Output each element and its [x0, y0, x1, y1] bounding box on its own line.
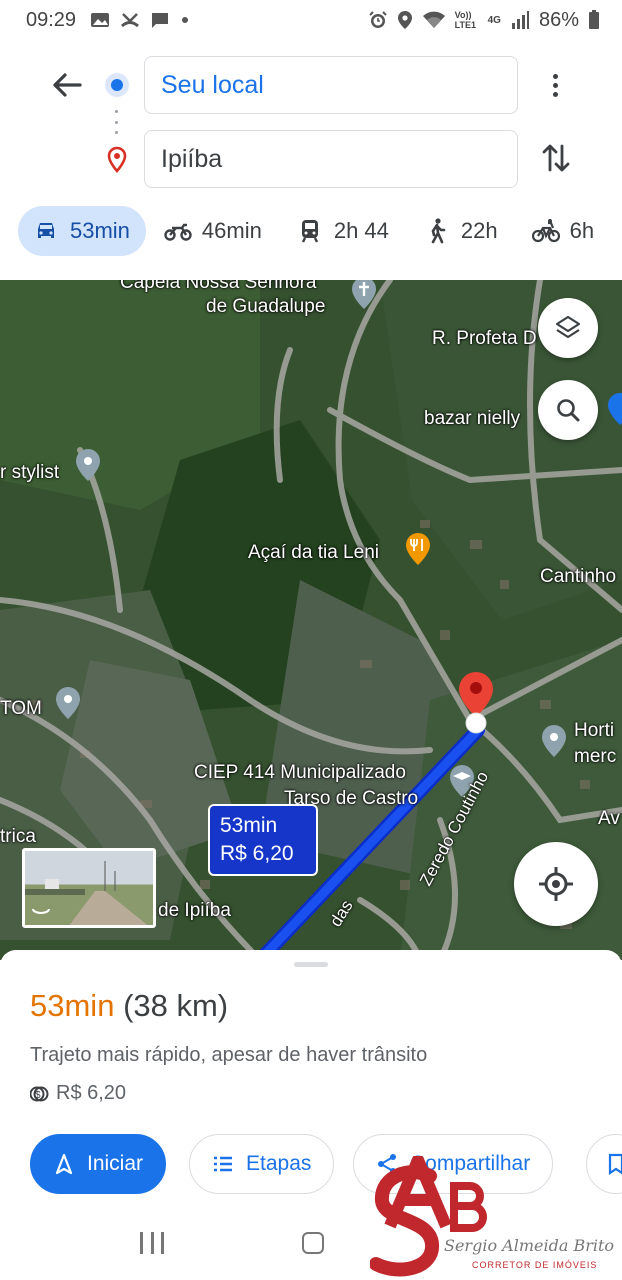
- tab-car[interactable]: 53min: [18, 206, 146, 256]
- tab-transit-label: 2h 44: [333, 218, 389, 243]
- street-view-image: [25, 861, 148, 925]
- svg-text:$: $: [35, 1090, 41, 1101]
- map-label-ciep-1: CIEP 414 Municipalizado: [194, 762, 406, 783]
- map-label-av: Av: [598, 808, 620, 829]
- walk-icon: [431, 218, 446, 244]
- search-icon: [557, 399, 580, 422]
- toll-icon: $: [30, 1086, 49, 1101]
- message-icon: [152, 13, 169, 28]
- map-label-cantinho: Cantinho: [540, 566, 617, 587]
- toll-info: $ R$ 6,20: [30, 1082, 126, 1105]
- list-icon: [214, 1156, 232, 1172]
- status-time: 09:29: [26, 8, 77, 31]
- map-label-horti: Horti: [574, 720, 615, 741]
- destination-pin-icon: [107, 146, 127, 173]
- transit-icon: [301, 220, 318, 243]
- street-view-thumbnail[interactable]: [22, 848, 156, 928]
- swap-icon[interactable]: [540, 140, 572, 176]
- toll-price: R$ 6,20: [56, 1082, 127, 1104]
- map-label-acai: Açaí da tia Leni: [248, 542, 379, 563]
- my-location-button[interactable]: [514, 842, 598, 926]
- route-distance: (38 km): [123, 988, 229, 1023]
- image-icon: [91, 13, 110, 27]
- church-pin-icon[interactable]: [350, 280, 378, 310]
- map-label-merc: merc: [574, 746, 617, 767]
- location-icon: [397, 11, 412, 29]
- tab-motorcycle-label: 46min: [201, 218, 262, 243]
- tab-bike[interactable]: 6h: [518, 206, 610, 256]
- status-bar: 09:29 Vo)) LTE1 4G 86%: [0, 0, 622, 40]
- recents-icon[interactable]: [140, 1232, 164, 1254]
- route-duration: 53min: [30, 988, 115, 1023]
- origin-dot-icon: [105, 73, 129, 97]
- tab-transit[interactable]: 2h 44: [282, 206, 405, 256]
- origin-input[interactable]: Seu local: [144, 56, 518, 114]
- more-options-icon[interactable]: [540, 70, 570, 100]
- route-callout[interactable]: 53min R$ 6,20: [208, 804, 318, 876]
- map-label-stylist: r stylist: [0, 462, 60, 483]
- signal-icon: [511, 11, 529, 29]
- crosshair-icon: [539, 867, 573, 901]
- map-label-profeta: R. Profeta D: [432, 328, 537, 349]
- tab-walk[interactable]: 22h: [409, 206, 514, 256]
- map-label-ipiiba: de Ipiíba: [158, 900, 231, 921]
- destination-marker-icon[interactable]: [456, 670, 496, 734]
- watermark-signature: Sergio Almeida Brito: [444, 1236, 615, 1255]
- tab-walk-label: 22h: [460, 218, 498, 243]
- travel-mode-tabs: 53min 46min 2h 44 22h 6h: [18, 206, 614, 256]
- callout-duration: 53min: [220, 814, 278, 837]
- map-label-guadalupe: de Guadalupe: [206, 296, 326, 317]
- horti-pin-icon[interactable]: [540, 724, 568, 758]
- dot-icon: [182, 17, 189, 23]
- search-along-route-button[interactable]: [538, 380, 598, 440]
- tab-bike-label: 6h: [569, 218, 595, 243]
- alarm-icon: [368, 11, 387, 28]
- tab-motorcycle[interactable]: 46min: [150, 206, 278, 256]
- map-label-bazar: bazar nielly: [424, 408, 521, 429]
- layers-icon: [555, 315, 581, 339]
- map-view[interactable]: Capela Nossa Senhora de Guadalupe R. Pro…: [0, 280, 622, 960]
- bike-icon: [531, 219, 560, 243]
- home-icon[interactable]: [302, 1232, 324, 1254]
- 4g-icon: 4G: [487, 14, 501, 26]
- map-label-tom: TOM: [0, 698, 42, 719]
- back-arrow-icon[interactable]: [48, 66, 86, 104]
- navigation-arrow-icon: [55, 1153, 73, 1175]
- wifi-icon: [422, 11, 445, 28]
- callout-price: R$ 6,20: [220, 842, 294, 865]
- missed-call-icon: [121, 13, 140, 28]
- motorcycle-icon: [164, 223, 192, 241]
- car-icon: [38, 223, 54, 238]
- volte-icon: Vo)) LTE1: [454, 10, 476, 30]
- map-label-capela: Capela Nossa Senhora: [120, 280, 317, 293]
- shopping-pin-icon[interactable]: [606, 392, 622, 426]
- start-button[interactable]: Iniciar: [30, 1134, 167, 1194]
- tab-car-label: 53min: [70, 218, 130, 243]
- start-button-label: Iniciar: [87, 1152, 144, 1175]
- destination-input[interactable]: Ipiíba: [144, 130, 518, 188]
- map-label-trica: trica: [0, 826, 36, 847]
- route-summary: 53min (38 km): [30, 988, 228, 1024]
- battery-level: 86%: [538, 8, 579, 31]
- route-connector-icon: [115, 110, 119, 134]
- route-description: Trajeto mais rápido, apesar de haver trâ…: [30, 1044, 428, 1066]
- sheet-drag-handle[interactable]: [294, 962, 328, 967]
- watermark-subtitle: CORRETOR DE IMÓVEIS: [472, 1260, 598, 1270]
- stylist-pin-icon[interactable]: [74, 448, 102, 482]
- battery-icon: [589, 10, 599, 29]
- tom-pin-icon[interactable]: [54, 686, 82, 720]
- steps-button[interactable]: Etapas: [189, 1134, 335, 1194]
- steps-button-label: Etapas: [246, 1152, 312, 1175]
- layers-button[interactable]: [538, 298, 598, 358]
- restaurant-pin-icon[interactable]: [404, 532, 432, 566]
